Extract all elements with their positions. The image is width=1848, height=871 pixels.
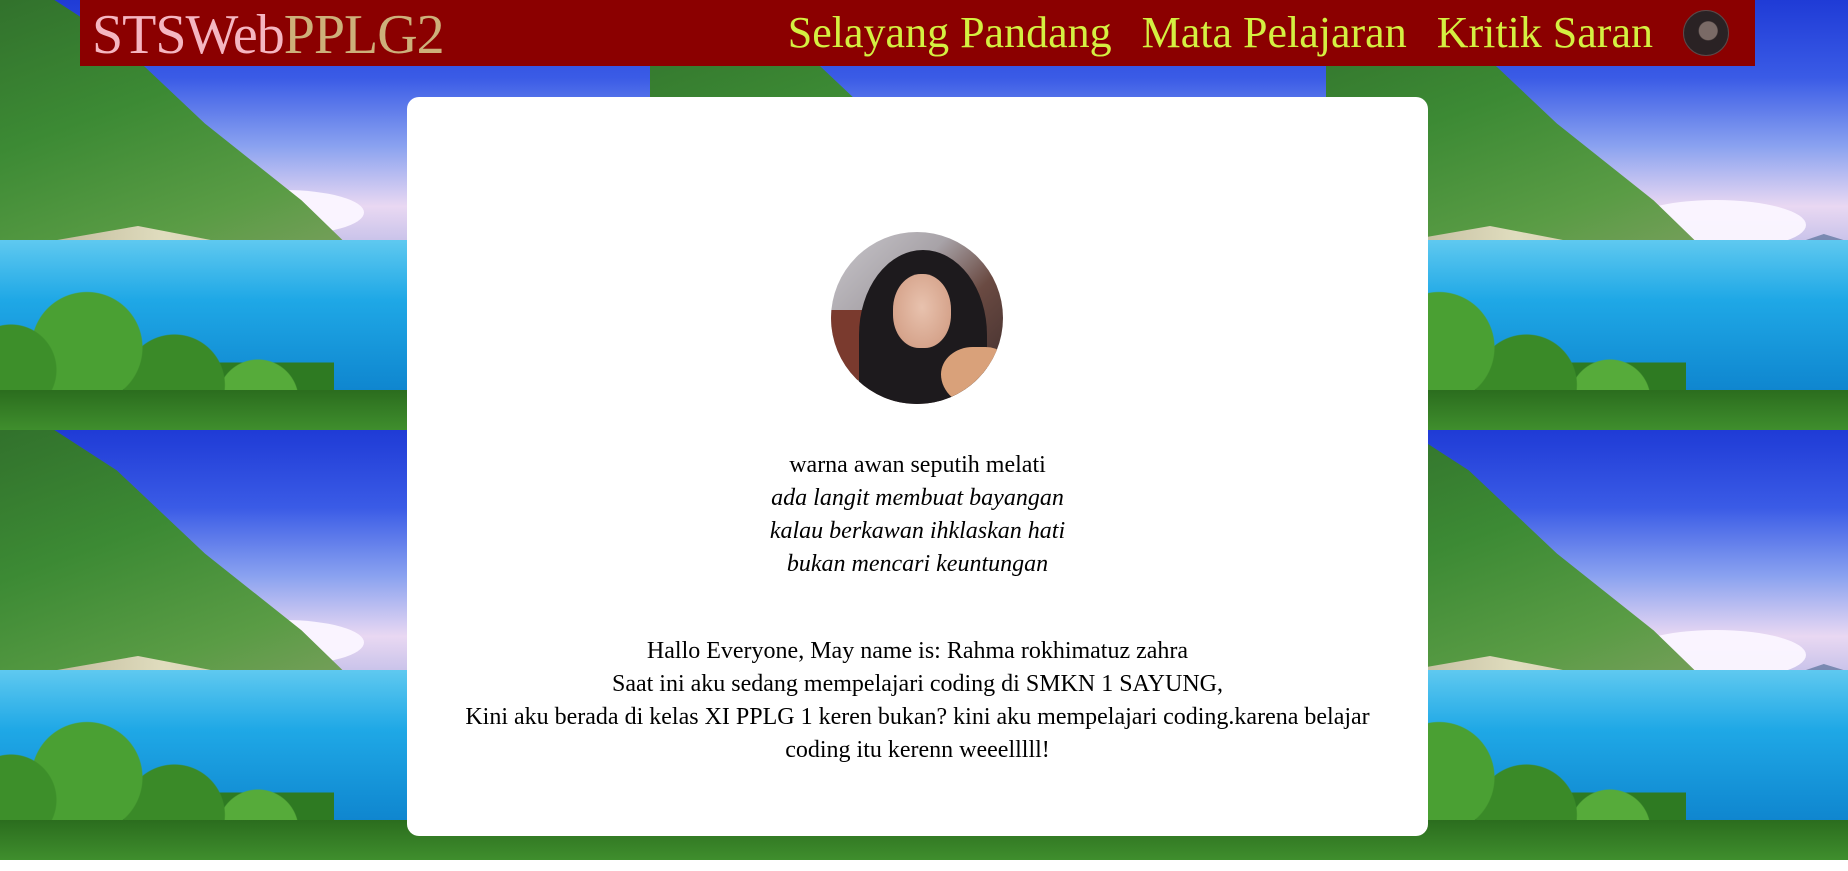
intro-line: Hallo Everyone, May name is: Rahma rokhi… <box>646 638 1189 664</box>
intro-line: Kini aku berada di kelas XI PPLG 1 keren… <box>465 704 1370 763</box>
poem-line: kalau berkawan ihklaskan hati <box>769 518 1066 544</box>
poem-line: ada langit membuat bayangan <box>771 485 1064 511</box>
profile-photo <box>831 232 1003 404</box>
intro-line: Saat ini aku sedang mempelajari coding d… <box>611 671 1224 697</box>
nav-kritik-saran[interactable]: Kritik Saran <box>1437 3 1653 63</box>
main-nav: Selayang Pandang Mata Pelajaran Kritik S… <box>788 0 1729 66</box>
brand-part2: PPLG2 <box>283 4 445 66</box>
site-logo[interactable]: STSWebPPLG2 <box>92 2 445 68</box>
brand-part1: STSWeb <box>92 4 285 66</box>
pantun-poem: warna awan seputih melati ada langit mem… <box>407 449 1428 581</box>
top-navbar: STSWebPPLG2 Selayang Pandang Mata Pelaja… <box>80 0 1755 66</box>
nav-mata-pelajaran[interactable]: Mata Pelajaran <box>1142 3 1407 63</box>
nav-selayang-pandang[interactable]: Selayang Pandang <box>788 3 1112 63</box>
profile-card: warna awan seputih melati ada langit mem… <box>407 97 1428 836</box>
poem-line: bukan mencari keuntungan <box>786 551 1049 577</box>
poem-line: warna awan seputih melati <box>789 452 1046 478</box>
intro-text: Hallo Everyone, May name is: Rahma rokhi… <box>457 635 1378 767</box>
profile-avatar[interactable] <box>1683 10 1729 56</box>
